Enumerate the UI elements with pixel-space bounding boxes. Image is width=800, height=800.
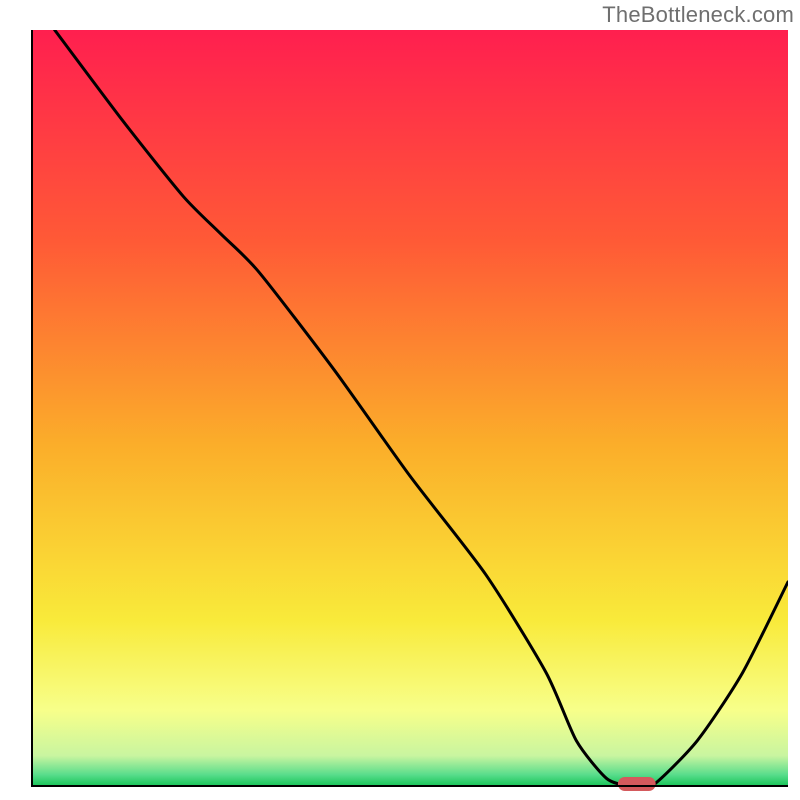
minimum-marker: [618, 777, 656, 791]
gradient-background: [32, 30, 788, 786]
watermark-text: TheBottleneck.com: [602, 2, 794, 28]
bottleneck-chart: [0, 0, 800, 800]
